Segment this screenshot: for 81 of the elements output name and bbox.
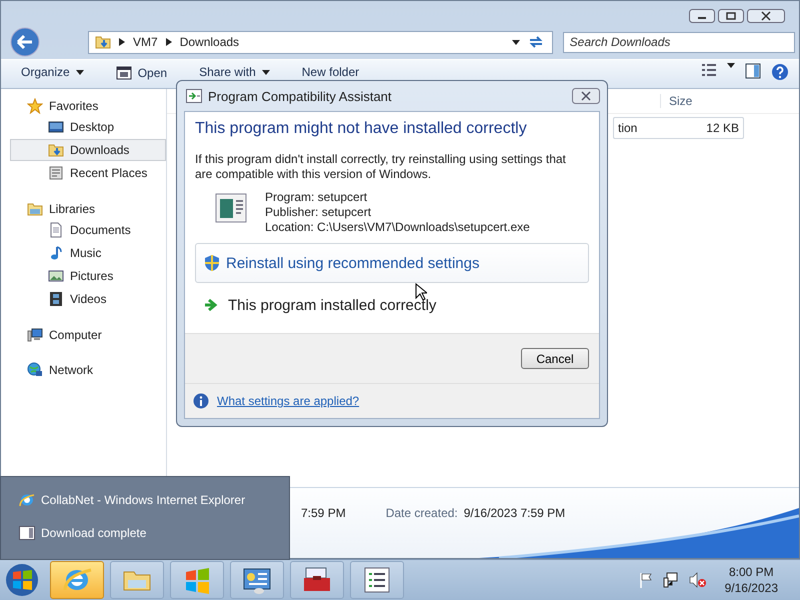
command-link[interactable]: This program installed correctly: [195, 285, 589, 325]
popup-item[interactable]: CollabNet - Windows Internet Explorer: [19, 489, 289, 511]
refresh-icon[interactable]: [528, 35, 544, 49]
globe-icon: [27, 362, 43, 378]
sidebar-item[interactable]: Downloads: [10, 139, 166, 161]
column-header[interactable]: Size: [660, 94, 769, 108]
clock[interactable]: 8:00 PM 9/16/2023: [724, 564, 778, 596]
cancel-button[interactable]: Cancel: [521, 348, 589, 369]
breadcrumb-arrow-icon[interactable]: [166, 38, 172, 46]
picture-icon: [48, 268, 64, 284]
detail-value: 7:59 PM: [301, 506, 346, 520]
film-icon: [48, 291, 64, 307]
download-folder-icon: [48, 142, 64, 158]
preview-pane-icon[interactable]: [745, 63, 761, 79]
window-icon: [19, 526, 35, 540]
sidebar-item[interactable]: Music: [10, 242, 166, 264]
monitor-icon: [48, 119, 64, 135]
back-button[interactable]: [10, 27, 40, 57]
star-icon: [27, 98, 43, 114]
caret-icon: [262, 70, 270, 74]
breadcrumb[interactable]: Downloads: [180, 35, 240, 49]
document-icon: [48, 222, 64, 238]
folder-icon: [95, 34, 111, 50]
info-icon: [193, 393, 209, 409]
recent-places-icon: [48, 165, 64, 181]
search-field[interactable]: Search Downloads: [562, 32, 795, 52]
toolbar-button[interactable]: Open: [110, 63, 174, 83]
view-options-icon[interactable]: [701, 63, 717, 77]
sidebar-group[interactable]: Computer: [1, 324, 166, 345]
menu-button[interactable]: Organize: [15, 63, 90, 81]
breadcrumb-arrow-icon[interactable]: [119, 38, 125, 46]
program-detail: Publisher: setupcert: [265, 205, 372, 220]
music-note-icon: [48, 245, 64, 261]
arrow-icon: [204, 299, 218, 311]
help-link[interactable]: What settings are applied?: [217, 394, 360, 408]
help-icon[interactable]: [771, 63, 789, 81]
sidebar-item[interactable]: Videos: [10, 288, 166, 310]
mouse-cursor-icon: [415, 283, 427, 301]
speaker-muted-icon[interactable]: [688, 572, 707, 588]
breadcrumb[interactable]: VM7: [133, 35, 158, 49]
sidebar-item[interactable]: Documents: [10, 219, 166, 241]
minimize-button[interactable]: [689, 9, 715, 23]
program-detail: Program: setupcert: [265, 190, 368, 205]
sidebar-group[interactable]: Libraries: [1, 198, 166, 219]
caret-icon[interactable]: [727, 63, 735, 68]
popup-item[interactable]: Download complete: [19, 522, 289, 544]
library-folder-icon: [27, 200, 43, 216]
flag-icon[interactable]: [638, 572, 653, 588]
sidebar-item[interactable]: Recent Places: [10, 162, 166, 184]
app-icon: [186, 89, 202, 103]
address-bar[interactable]: VM7 Downloads: [88, 30, 553, 54]
dropdown-arrow-icon[interactable]: [512, 40, 520, 44]
toolbar-button[interactable]: New folder: [296, 63, 366, 81]
sidebar-group[interactable]: Favorites: [1, 95, 166, 116]
table-cell: tion: [618, 121, 638, 135]
program-detail: Location: C:\Users\VM7\Downloads\setupcert.exe: [265, 220, 530, 235]
close-button[interactable]: [747, 9, 785, 23]
sidebar-group[interactable]: Network: [1, 359, 166, 380]
detail-label: Date created:: [386, 506, 458, 520]
sidebar-item[interactable]: Desktop: [10, 116, 166, 138]
caret-icon: [76, 70, 84, 74]
taskbar-button[interactable]: [350, 561, 404, 599]
menu-button[interactable]: Share with: [193, 63, 276, 81]
shield-icon: [204, 254, 220, 272]
dialog-title: Program Compatibility Assistant: [208, 88, 392, 104]
window-icon: [116, 65, 132, 81]
computer-icon: [27, 326, 43, 342]
command-link[interactable]: Reinstall using recommended settings: [195, 243, 589, 283]
taskbar-button[interactable]: [290, 561, 344, 599]
sidebar-item[interactable]: Pictures: [10, 265, 166, 287]
maximize-button[interactable]: [718, 9, 744, 23]
table-cell: 12 KB: [706, 121, 739, 135]
detail-value: 9/16/2023 7:59 PM: [464, 506, 566, 520]
dialog-heading: This program might not have installed correctly: [195, 120, 528, 138]
taskbar-button[interactable]: [230, 561, 284, 599]
file-row[interactable]: tion 12 KB: [613, 117, 744, 139]
program-icon: [215, 193, 247, 223]
network-icon[interactable]: [662, 572, 679, 588]
close-button[interactable]: [572, 88, 600, 104]
dialog-message: If this program didn't install correctly, try reinstalling using settings that are compatible with this version of Windows.: [195, 152, 567, 182]
browser-icon: [19, 492, 35, 508]
